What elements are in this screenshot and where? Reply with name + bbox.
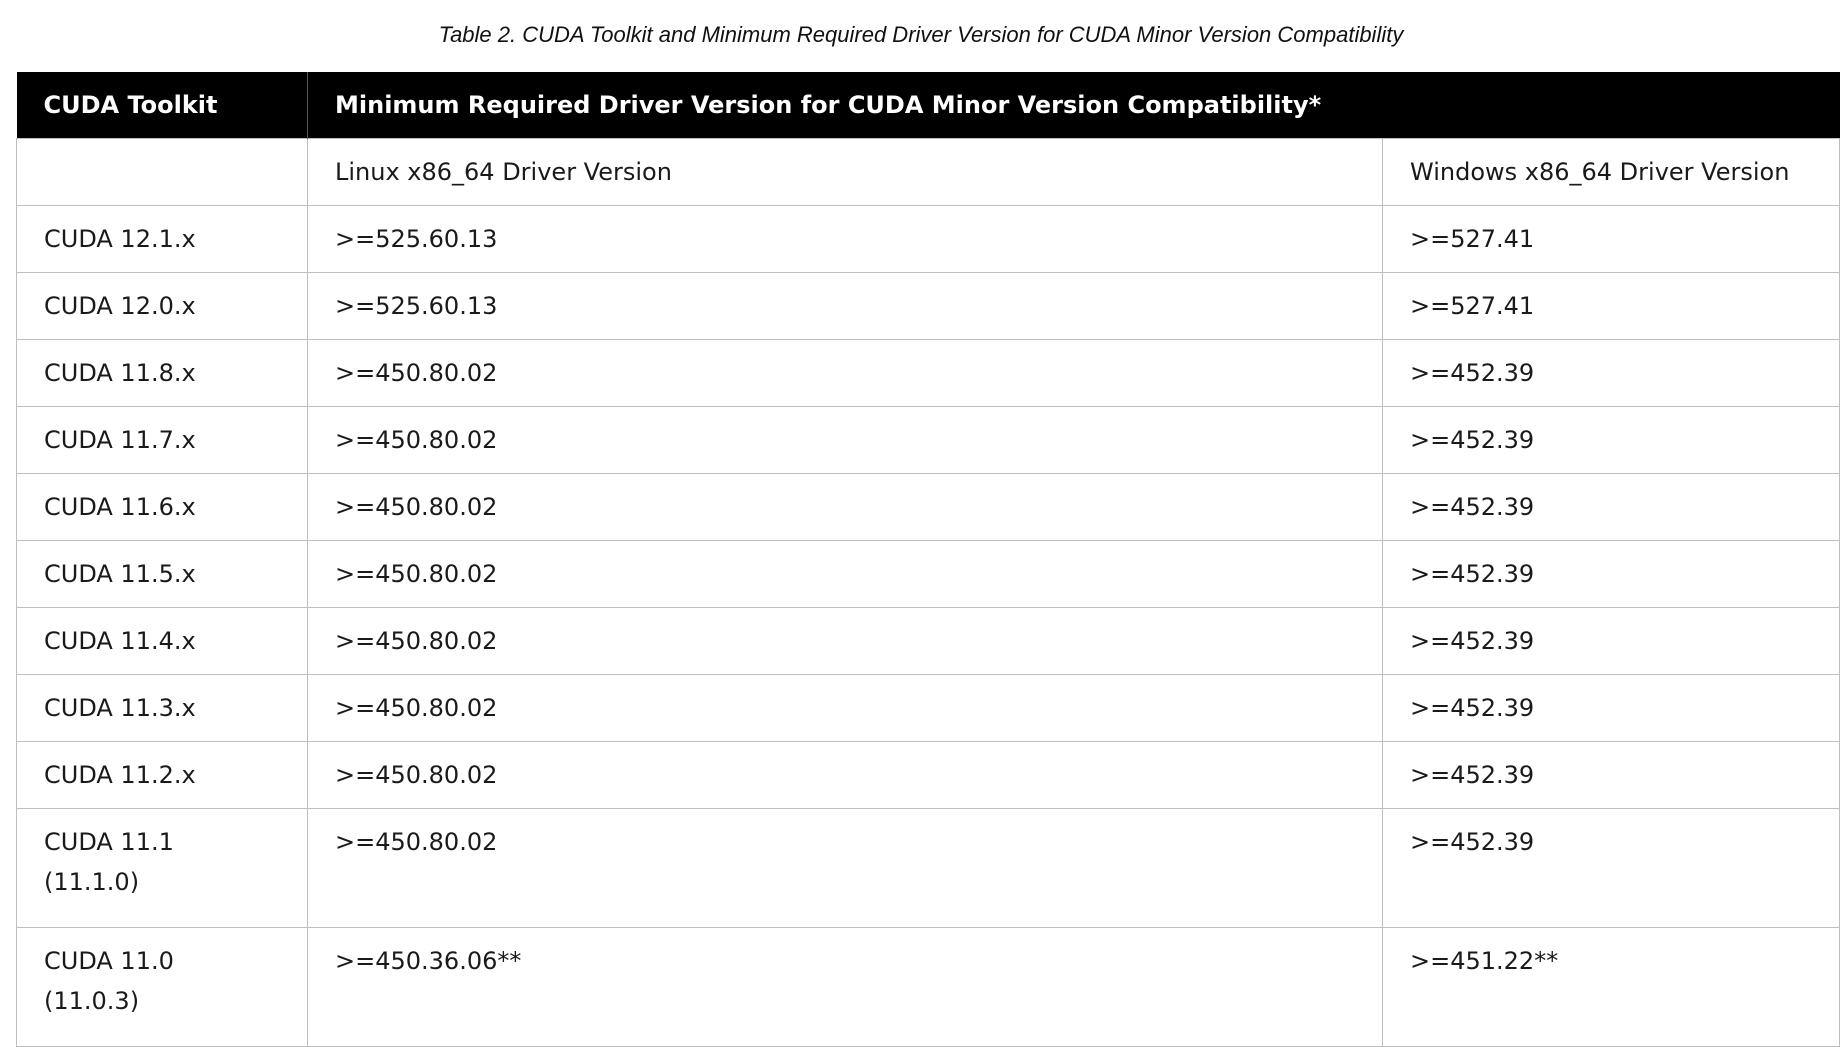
windows-driver-cell: >=452.39	[1381, 741, 1841, 809]
table-header: CUDA Toolkit Minimum Required Driver Ver…	[16, 72, 1840, 139]
toolkit-version: CUDA 11.3.x	[44, 694, 196, 722]
toolkit-patch-version: (11.0.3)	[44, 987, 140, 1015]
table-row: CUDA 11.6.x >=450.80.02 >=452.39	[16, 473, 1841, 541]
toolkit-cell: CUDA 12.1.x	[16, 205, 308, 273]
linux-driver-cell: >=450.80.02	[307, 674, 1383, 742]
linux-driver-cell: >=525.60.13	[307, 272, 1383, 340]
toolkit-cell: CUDA 11.3.x	[16, 674, 308, 742]
toolkit-version: CUDA 11.0	[44, 947, 174, 975]
linux-driver-cell: >=450.80.02	[307, 607, 1383, 675]
windows-driver-cell: >=452.39	[1381, 540, 1841, 608]
toolkit-version: CUDA 12.0.x	[44, 292, 196, 320]
table-caption: Table 2. CUDA Toolkit and Minimum Requir…	[438, 22, 1404, 47]
linux-driver-cell: >=450.80.02	[307, 406, 1383, 474]
toolkit-cell: CUDA 11.8.x	[16, 339, 308, 407]
windows-driver-cell: >=452.39	[1381, 473, 1841, 541]
table-row: CUDA 11.4.x >=450.80.02 >=452.39	[16, 607, 1841, 675]
subheader-row: Linux x86_64 Driver Version Windows x86_…	[16, 138, 1841, 206]
toolkit-version: CUDA 12.1.x	[44, 225, 196, 253]
toolkit-version: CUDA 11.1	[44, 828, 174, 856]
table-row: CUDA 12.1.x >=525.60.13 >=527.41	[16, 205, 1841, 273]
linux-driver-cell: >=450.80.02	[307, 808, 1383, 928]
table-row: CUDA 11.7.x >=450.80.02 >=452.39	[16, 406, 1841, 474]
windows-driver-cell: >=452.39	[1381, 674, 1841, 742]
windows-driver-cell: >=527.41	[1381, 205, 1841, 273]
linux-driver-cell: >=450.80.02	[307, 339, 1383, 407]
table-row: CUDA 12.0.x >=525.60.13 >=527.41	[16, 272, 1841, 340]
table-row: CUDA 11.1 (11.1.0) >=450.80.02 >=452.39	[16, 808, 1841, 928]
table-row: CUDA 11.8.x >=450.80.02 >=452.39	[16, 339, 1841, 407]
windows-driver-cell: >=452.39	[1381, 406, 1841, 474]
toolkit-version: CUDA 11.7.x	[44, 426, 196, 454]
table-row: CUDA 11.5.x >=450.80.02 >=452.39	[16, 540, 1841, 608]
header-min-driver-version: Minimum Required Driver Version for CUDA…	[307, 72, 1840, 139]
document-page: Table 2. CUDA Toolkit and Minimum Requir…	[0, 0, 1842, 1047]
toolkit-cell: CUDA 11.0 (11.0.3)	[16, 927, 308, 1047]
windows-driver-cell: >=452.39	[1381, 808, 1841, 928]
toolkit-cell: CUDA 12.0.x	[16, 272, 308, 340]
cuda-driver-compat-table: CUDA Toolkit Minimum Required Driver Ver…	[16, 72, 1841, 1047]
toolkit-version: CUDA 11.4.x	[44, 627, 196, 655]
windows-driver-cell: >=452.39	[1381, 607, 1841, 675]
windows-driver-cell: >=452.39	[1381, 339, 1841, 407]
toolkit-version: CUDA 11.6.x	[44, 493, 196, 521]
linux-driver-cell: >=450.80.02	[307, 473, 1383, 541]
table-row: CUDA 11.2.x >=450.80.02 >=452.39	[16, 741, 1841, 809]
toolkit-version: CUDA 11.2.x	[44, 761, 196, 789]
toolkit-version: CUDA 11.8.x	[44, 359, 196, 387]
table-row: CUDA 11.3.x >=450.80.02 >=452.39	[16, 674, 1841, 742]
toolkit-version: CUDA 11.5.x	[44, 560, 196, 588]
header-row: CUDA Toolkit Minimum Required Driver Ver…	[16, 72, 1840, 139]
linux-driver-cell: >=450.80.02	[307, 540, 1383, 608]
toolkit-cell: CUDA 11.2.x	[16, 741, 308, 809]
toolkit-cell: CUDA 11.6.x	[16, 473, 308, 541]
windows-driver-cell: >=527.41	[1381, 272, 1841, 340]
header-cuda-toolkit: CUDA Toolkit	[16, 72, 308, 139]
linux-driver-cell: >=450.36.06**	[307, 927, 1383, 1047]
toolkit-cell: CUDA 11.1 (11.1.0)	[16, 808, 308, 928]
subheader-windows: Windows x86_64 Driver Version	[1381, 138, 1841, 206]
windows-driver-cell: >=451.22**	[1381, 927, 1841, 1047]
toolkit-cell: CUDA 11.5.x	[16, 540, 308, 608]
table-row: CUDA 11.0 (11.0.3) >=450.36.06** >=451.22…	[16, 927, 1841, 1047]
table-body: Linux x86_64 Driver Version Windows x86_…	[16, 138, 1841, 1047]
subheader-linux: Linux x86_64 Driver Version	[307, 138, 1383, 206]
subheader-blank-cell	[16, 138, 308, 206]
linux-driver-cell: >=450.80.02	[307, 741, 1383, 809]
toolkit-patch-version: (11.1.0)	[44, 868, 140, 896]
linux-driver-cell: >=525.60.13	[307, 205, 1383, 273]
toolkit-cell: CUDA 11.4.x	[16, 607, 308, 675]
toolkit-cell: CUDA 11.7.x	[16, 406, 308, 474]
